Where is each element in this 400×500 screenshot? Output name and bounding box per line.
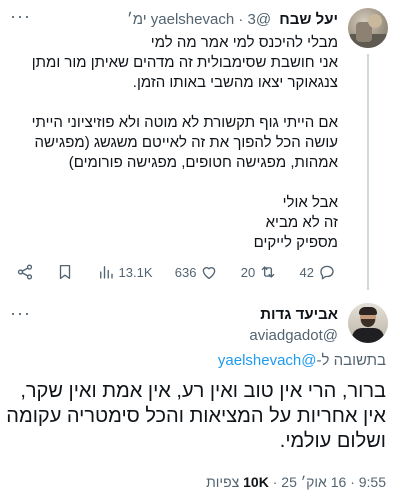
tweet-line: אני חושבת שסימבולית זה מדהים שאיתן מור ו… xyxy=(31,54,338,91)
views-count: 10K xyxy=(243,474,269,490)
tweet-line: אבל אולי xyxy=(282,194,338,211)
heart-icon xyxy=(203,267,216,280)
conversation-view: יעל שבח @yaelshevach · 3 ימ׳ ··· מבלי לה… xyxy=(0,0,400,500)
retweet-icon xyxy=(261,266,275,278)
tweet-line: ברור, הרי אין טוב ואין רע, אין אמת ואין … xyxy=(6,380,386,452)
author-name[interactable]: אביעד גדות xyxy=(249,305,338,325)
tweet-line: מבלי להיכנס למי אמר מה למי xyxy=(150,34,338,51)
tweet-date[interactable]: 16 אוק׳ 25 xyxy=(281,474,346,490)
tweet-line: זה לא מביא xyxy=(265,214,338,231)
like-button[interactable]: 636 xyxy=(175,263,219,281)
thread-connector-line xyxy=(367,54,369,290)
author-handle[interactable]: @aviadgadot xyxy=(249,326,338,346)
likes-count: 636 xyxy=(174,264,197,280)
views-label: צפיות xyxy=(206,474,240,490)
reply-button[interactable]: 42 xyxy=(299,263,335,281)
tweet-line: אם הייתי גוף תקשורת לא מוטה ולא פוזיציונ… xyxy=(31,114,338,171)
separator-dot: · xyxy=(272,474,278,490)
bookmark-icon xyxy=(60,264,71,280)
parent-tweet[interactable]: יעל שבח @yaelshevach · 3 ימ׳ ··· מבלי לה… xyxy=(0,0,400,296)
separator-dot: · xyxy=(238,11,244,28)
tweet-metadata: 9:55 · 16 אוק׳ 25 · 10K צפיות xyxy=(206,474,386,490)
separator-dot: · xyxy=(350,474,355,490)
retweets-count: 20 xyxy=(240,264,256,280)
more-options-icon[interactable]: ··· xyxy=(10,303,31,324)
retweet-button[interactable]: 20 xyxy=(241,263,277,281)
tweet-actions: 13.1K 636 20 42 xyxy=(16,262,336,282)
share-icon xyxy=(17,264,33,280)
tweet-header: יעל שבח @yaelshevach · 3 ימ׳ xyxy=(127,11,338,28)
views-chart-icon xyxy=(99,266,113,279)
reply-icon xyxy=(320,265,334,280)
tweet-text: ברור, הרי אין טוב ואין רע, אין אמת ואין … xyxy=(6,379,386,454)
replying-to-label: בתשובה ל- xyxy=(316,352,386,369)
views-button[interactable]: 13.1K xyxy=(97,263,153,281)
tweet-header: אביעד גדות @aviadgadot xyxy=(249,305,338,346)
views-count: 13.1K xyxy=(118,264,153,280)
share-button[interactable] xyxy=(16,263,34,281)
bookmark-button[interactable] xyxy=(56,263,74,281)
replies-count: 42 xyxy=(299,264,314,280)
replying-to: בתשובה ל-@yaelshevach xyxy=(218,352,386,369)
replying-to-handle[interactable]: @yaelshevach xyxy=(218,352,317,369)
tweet-time[interactable]: 9:55 xyxy=(359,474,386,490)
avatar[interactable] xyxy=(348,8,388,48)
tweet-line: מספיק לייקים xyxy=(253,234,338,251)
tweet-text: מבלי להיכנס למי אמר מה למי אני חושבת שסי… xyxy=(8,33,338,253)
author-name[interactable]: יעל שבח xyxy=(279,11,338,28)
more-options-icon[interactable]: ··· xyxy=(10,6,31,27)
avatar[interactable] xyxy=(348,303,388,343)
